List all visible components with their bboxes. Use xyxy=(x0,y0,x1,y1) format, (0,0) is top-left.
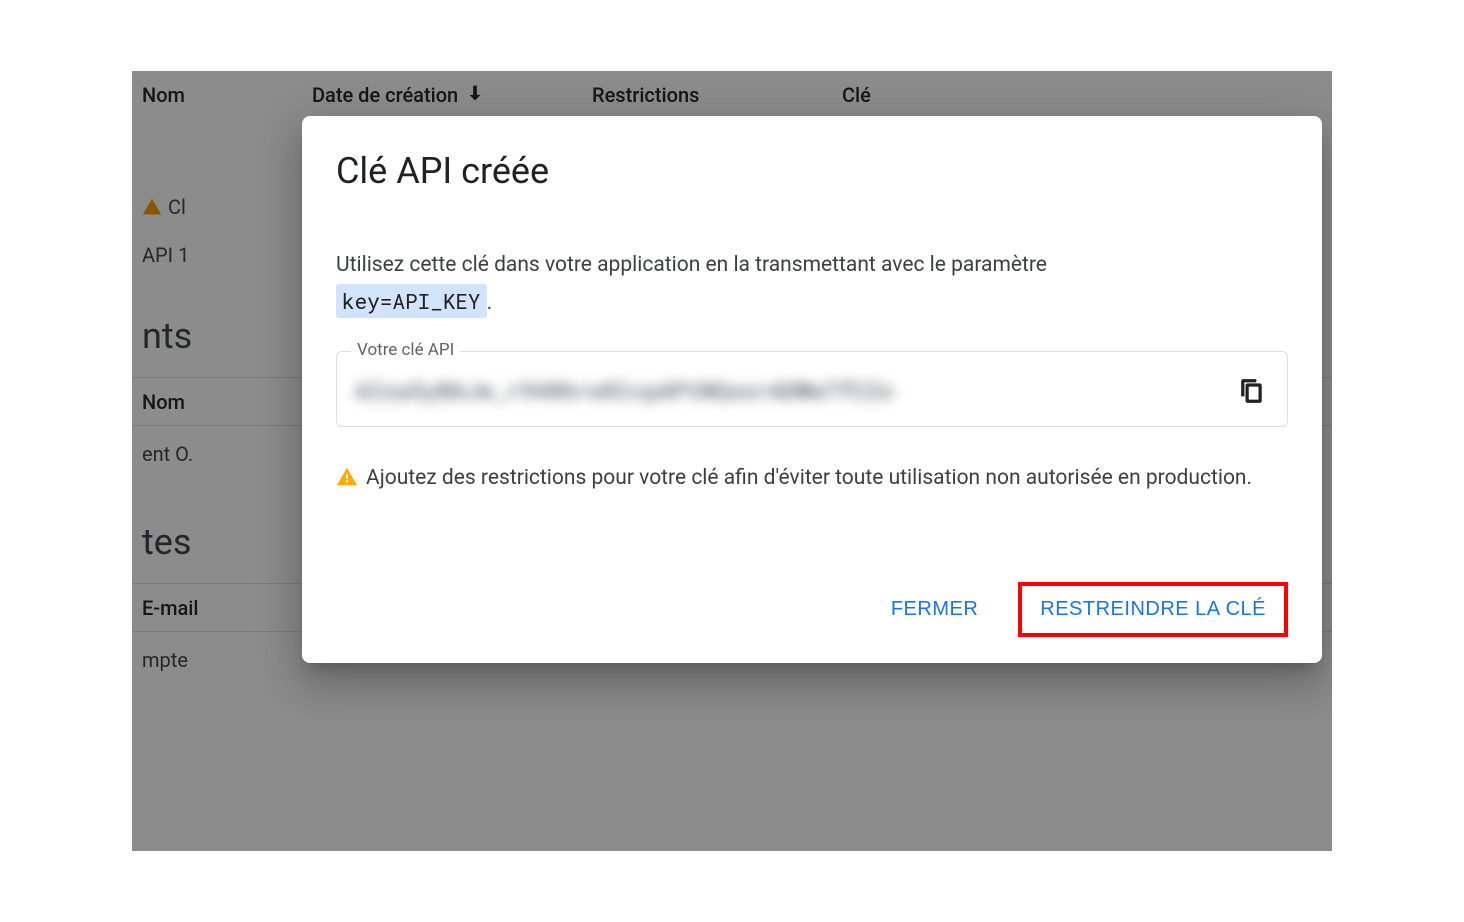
copy-button[interactable] xyxy=(1235,374,1269,408)
description-text-pre: Utilisez cette clé dans votre applicatio… xyxy=(336,253,1047,277)
warning-text: Ajoutez des restrictions pour votre clé … xyxy=(366,461,1252,496)
close-button[interactable]: FERMER xyxy=(877,588,992,631)
api-key-field: Votre clé API AIzaSyBAJw_r9486re8lvpAPtN… xyxy=(336,351,1288,427)
api-key-created-dialog: Clé API créée Utilisez cette clé dans vo… xyxy=(302,116,1322,663)
highlight-frame: RESTREINDRE LA CLÉ xyxy=(1018,582,1288,637)
screenshot-frame: Nom Date de création Restrictions Clé Cl… xyxy=(132,71,1332,851)
code-parameter: key=API_KEY xyxy=(336,284,487,318)
restrict-key-button[interactable]: RESTREINDRE LA CLÉ xyxy=(1026,588,1280,631)
dialog-description: Utilisez cette clé dans votre applicatio… xyxy=(336,248,1288,321)
warning-triangle-icon xyxy=(336,465,358,487)
dialog-actions: FERMER RESTREINDRE LA CLÉ xyxy=(336,582,1288,637)
copy-icon xyxy=(1239,378,1265,404)
api-key-value[interactable]: AIzaSyBAJw_r9486re8lvpAPtNQsorADWw7fCZo xyxy=(355,376,1223,406)
dialog-title: Clé API créée xyxy=(336,150,1288,192)
warning-message: Ajoutez des restrictions pour votre clé … xyxy=(336,461,1288,496)
api-key-field-label: Votre clé API xyxy=(351,340,460,360)
description-text-post: . xyxy=(487,291,493,315)
